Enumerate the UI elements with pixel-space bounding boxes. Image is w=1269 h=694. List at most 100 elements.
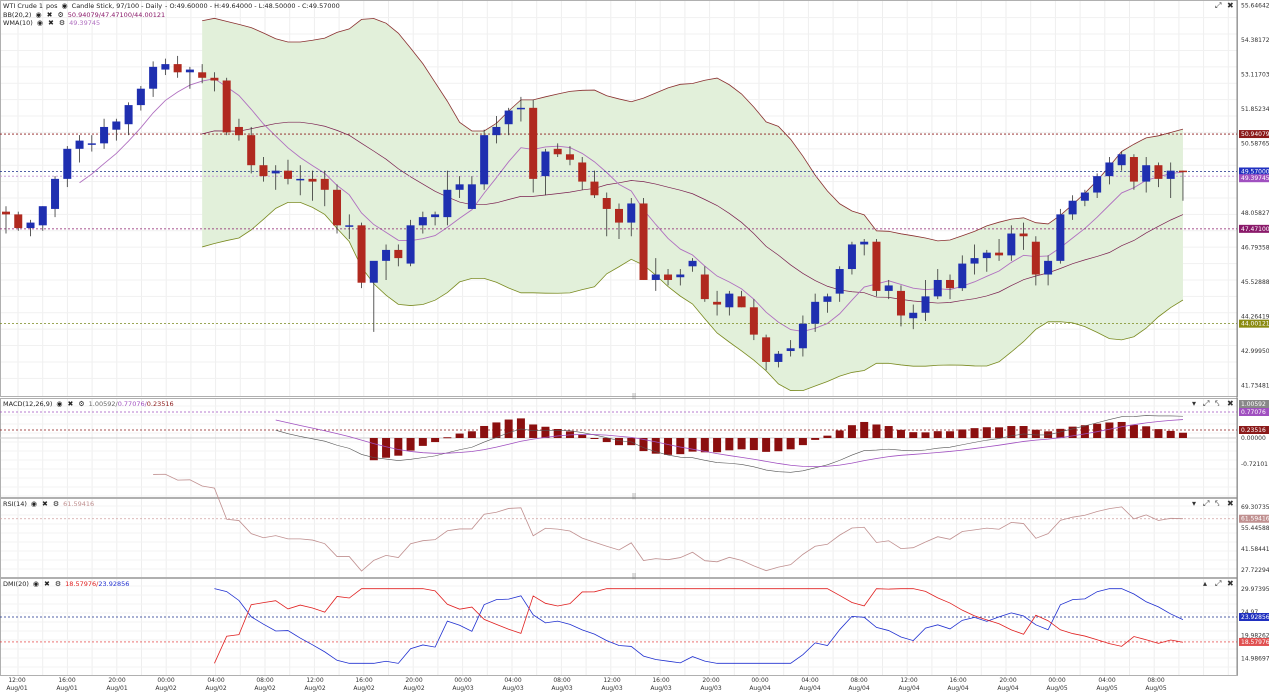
bb-gear-icon[interactable]: ⚙ xyxy=(56,11,64,19)
candle-body xyxy=(639,203,648,280)
rsi-expand-icon[interactable]: ⤢ xyxy=(1203,499,1209,509)
price-tick-label: 55.64642 xyxy=(1241,2,1269,9)
macd-histogram-bar xyxy=(774,438,783,452)
dmi-plus-line xyxy=(214,588,1184,664)
macd-value-3: 0.23516 xyxy=(146,400,174,408)
chart-window[interactable]: 55.64642 54.38172 53.11703 51.85234 50.58765… xyxy=(0,0,1269,692)
candle-body xyxy=(87,143,96,145)
time-tick-label: 04:00 xyxy=(1098,677,1115,684)
candle-body xyxy=(664,274,673,280)
macd-histogram-bar xyxy=(590,438,599,439)
macd-histogram-bar xyxy=(651,438,660,454)
badge-rsi: 61.59416 xyxy=(1241,516,1269,523)
macd-pane-close-icon[interactable]: ✖ xyxy=(1227,399,1234,408)
rsi-tick-label: 41.58441 xyxy=(1241,546,1269,553)
macd-histogram-bar xyxy=(958,429,967,438)
dmi-pane-close-icon[interactable]: ✖ xyxy=(1227,579,1234,588)
dmi-eye-icon[interactable]: ◉ xyxy=(32,580,40,588)
chart-canvas[interactable]: 55.64642 54.38172 53.11703 51.85234 50.58765… xyxy=(0,0,1269,692)
candle-body xyxy=(590,181,599,196)
date-tick-label: Aug/01 xyxy=(106,685,128,692)
time-tick-label: 08:00 xyxy=(1147,677,1164,684)
dmi-label: DMI(20) xyxy=(3,580,29,588)
wma-gear-icon[interactable]: ⚙ xyxy=(58,19,66,27)
rsi-value: 61.59416 xyxy=(63,500,95,508)
bb-close-icon[interactable]: ✖ xyxy=(46,11,54,19)
rsi-tick-label: 69.30735 xyxy=(1241,504,1269,511)
candle-body xyxy=(38,206,47,226)
macd-histogram-bar xyxy=(1166,430,1175,438)
macd-histogram-bar xyxy=(406,438,415,451)
time-tick-label: 00:00 xyxy=(751,677,768,684)
candle-body xyxy=(676,274,685,278)
candle-body xyxy=(627,203,636,223)
rsi-pane-close-icon[interactable]: ✖ xyxy=(1227,499,1234,508)
price-tick-label: 45.52888 xyxy=(1241,279,1269,286)
time-tick-label: 12:00 xyxy=(8,677,25,684)
macd-histogram-bar xyxy=(786,438,795,450)
badge-wma: 49.39745 xyxy=(1241,175,1269,182)
pane-splitter-macd[interactable]: || xyxy=(630,394,638,400)
candle-body xyxy=(553,148,562,155)
candle-body xyxy=(688,260,697,267)
time-tick-label: 00:00 xyxy=(1048,677,1065,684)
dmi-tick-label: 29.97395 xyxy=(1241,586,1269,593)
time-tick-label: 08:00 xyxy=(553,677,570,684)
candle-body xyxy=(884,285,893,291)
macd-histogram-bar xyxy=(970,428,979,438)
macd-down-icon[interactable]: ▾ xyxy=(1192,399,1196,408)
expand-icon[interactable]: ⤢ xyxy=(1215,1,1221,11)
rsi-down-icon[interactable]: ▾ xyxy=(1192,499,1196,508)
candle-body xyxy=(198,72,207,78)
date-tick-label: Aug/02 xyxy=(155,685,177,692)
time-tick-label: 16:00 xyxy=(949,677,966,684)
macd-histogram-bar xyxy=(860,421,869,438)
rsi-eye-icon[interactable]: ◉ xyxy=(30,500,38,508)
pane-splitter-rsi[interactable]: || xyxy=(630,494,638,500)
time-tick-label: 20:00 xyxy=(405,677,422,684)
macd-up-icon[interactable]: ⤣ xyxy=(1215,399,1220,409)
rsi-close-icon[interactable]: ✖ xyxy=(41,500,49,508)
macd-expand-icon[interactable]: ⤢ xyxy=(1203,399,1209,409)
wma-close-icon[interactable]: ✖ xyxy=(47,19,55,27)
dmi-gear-icon[interactable]: ⚙ xyxy=(54,580,62,588)
pane-close-icon[interactable]: ✖ xyxy=(1227,1,1234,10)
time-tick-label: 08:00 xyxy=(850,677,867,684)
date-tick-label: Aug/01 xyxy=(56,685,78,692)
candle-body xyxy=(1019,233,1028,237)
dmi-expand-icon[interactable]: ⤢ xyxy=(1215,579,1221,589)
dmi-up-icon[interactable]: ▴ xyxy=(1203,579,1207,588)
candle-body xyxy=(578,162,587,182)
macd-close-icon[interactable]: ✖ xyxy=(66,400,74,408)
macd-histogram-bar xyxy=(872,424,881,438)
candle-body xyxy=(100,126,109,144)
candle-body xyxy=(529,107,538,179)
dmi-tick-label: 14.98697 xyxy=(1241,656,1269,663)
badge-macd-hist: 0.23516 xyxy=(1241,427,1266,434)
pane-splitter-dmi[interactable]: || xyxy=(630,574,638,580)
candle-body xyxy=(504,110,513,125)
macd-histogram-bar xyxy=(504,419,513,438)
candle-body xyxy=(823,296,832,302)
eye-icon[interactable]: ◉ xyxy=(61,2,69,10)
date-tick-label: Aug/03 xyxy=(601,685,623,692)
bb-eye-icon[interactable]: ◉ xyxy=(34,11,42,19)
rsi-up-icon[interactable]: ⤣ xyxy=(1215,499,1220,509)
price-tick-label: 41.73481 xyxy=(1241,383,1269,390)
dmi-close-icon[interactable]: ✖ xyxy=(43,580,51,588)
badge-macd-signal: 0.77076 xyxy=(1241,409,1266,416)
candle-body xyxy=(541,151,550,177)
wma-eye-icon[interactable]: ◉ xyxy=(36,19,44,27)
macd-histogram-bar xyxy=(1056,428,1065,438)
candle-body xyxy=(798,323,807,349)
macd-gear-icon[interactable]: ⚙ xyxy=(77,400,85,408)
candle-body xyxy=(995,252,1004,256)
macd-histogram-bar xyxy=(480,425,489,438)
candle-body xyxy=(247,135,256,166)
macd-histogram-bar xyxy=(1129,424,1138,438)
macd-histogram-bar xyxy=(467,431,476,438)
pane-border xyxy=(0,578,1238,676)
candle-body xyxy=(1031,241,1040,275)
macd-eye-icon[interactable]: ◉ xyxy=(55,400,63,408)
rsi-gear-icon[interactable]: ⚙ xyxy=(52,500,60,508)
